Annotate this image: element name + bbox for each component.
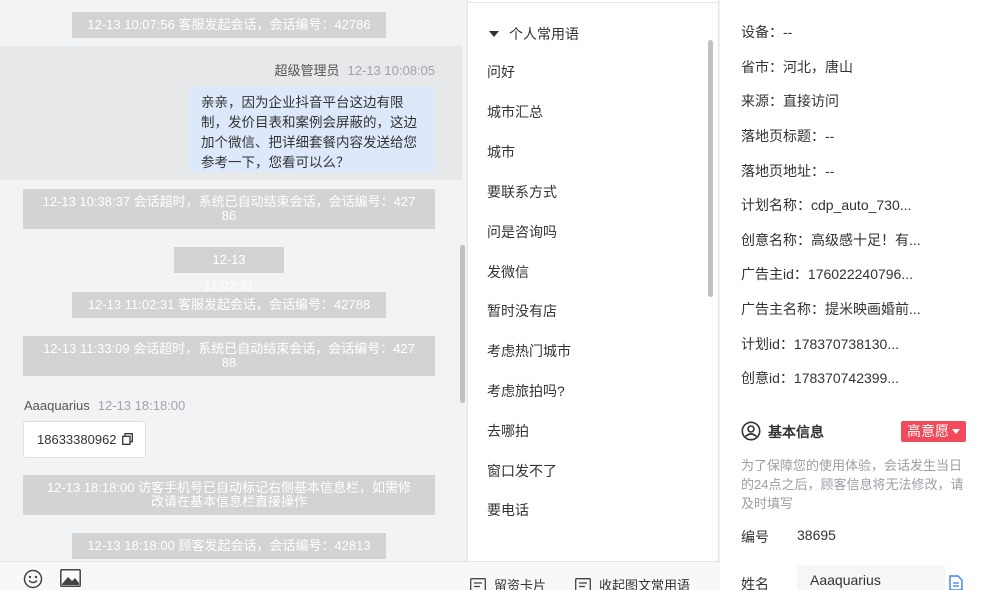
info-value: --: [783, 24, 793, 40]
info-value: 提米映画婚前...: [825, 301, 921, 317]
visitor-message-time: 12-13 18:18:00: [97, 398, 186, 413]
system-message-line: 12-13 11:33:09 会话超时，系统已自动结束会话，会话编号：427: [43, 341, 415, 356]
info-label: 来源：: [741, 93, 783, 109]
info-label: 落地页地址：: [741, 163, 825, 179]
phrase-item[interactable]: 问好: [487, 62, 515, 82]
basic-info-label: 基本信息: [768, 424, 824, 440]
info-label: 广告主id：: [741, 266, 808, 282]
message-icon: [575, 578, 591, 590]
system-message: 12-13 11:33:09 会话超时，系统已自动结束会话，会话编号：427 8…: [23, 336, 435, 376]
phrase-item[interactable]: 要联系方式: [487, 182, 557, 202]
phrase-item[interactable]: 去哪拍: [487, 421, 529, 441]
card-icon: [470, 578, 486, 590]
chat-scrollbar[interactable]: [460, 245, 465, 403]
visitor-name: Aaaquarius: [24, 398, 90, 413]
info-row-source: 来源：直接访问: [741, 91, 839, 111]
system-message-line: 改请在基本信息栏直接操作: [150, 494, 307, 509]
lead-card-button[interactable]: 留资卡片: [470, 575, 546, 590]
info-row-advertiser-id: 广告主id：176022240796...: [741, 264, 913, 284]
edit-deadline-note: 为了保障您的使用体验，会话发生当日的24点之后，顾客信息将无法修改，请及时填写: [741, 458, 964, 511]
number-value: 38695: [797, 527, 836, 543]
copy-icon[interactable]: [122, 433, 133, 445]
info-row-plan-id: 计划id：178370738130...: [741, 334, 899, 354]
info-row-device: 设备：--: [741, 22, 792, 42]
system-message: 12-13 11:02:31 客服发起会话，会话编号：42788: [72, 292, 386, 318]
agent-message-header: 超级管理员 12-13 10:08:05: [275, 60, 435, 79]
system-message: 12-13 10:07:56 客服发起会话，会话编号：42786: [72, 12, 386, 38]
phrase-item[interactable]: 考虑旅拍吗?: [487, 381, 565, 401]
visitor-phone: 18633380962: [37, 432, 117, 447]
info-label: 落地页标题：: [741, 128, 825, 144]
agent-message-time: 12-13 10:08:05: [347, 63, 435, 78]
quick-phrases-panel: 个人常用语 问好 城市汇总 城市 要联系方式 问是咨询吗 发微信 暂时没有店 考…: [467, 0, 719, 561]
phrase-item[interactable]: 城市汇总: [487, 102, 543, 122]
lead-card-label: 留资卡片: [494, 578, 547, 590]
basic-info-title: 基本信息: [741, 421, 824, 442]
system-message-line: 12-13 10:38:37 会话超时，系统已自动结束会话，会话编号：427: [42, 194, 416, 209]
info-value: 河北，唐山: [783, 59, 853, 75]
info-row-region: 省市：河北，唐山: [741, 57, 853, 77]
name-input[interactable]: [797, 565, 945, 590]
info-value: 直接访问: [783, 93, 839, 109]
time-divider: 12-13 11:02:31: [174, 247, 284, 293]
info-label: 省市：: [741, 59, 783, 75]
phrase-item[interactable]: 要电话: [487, 500, 529, 520]
info-value: cdp_auto_730...: [811, 197, 912, 213]
info-label: 计划名称：: [741, 197, 811, 213]
info-value: --: [825, 128, 835, 144]
intent-level-dropdown[interactable]: 高意愿: [901, 421, 966, 442]
smile-icon[interactable]: [23, 569, 43, 589]
phrases-group-header[interactable]: 个人常用语: [489, 24, 579, 44]
info-row-creative-id: 创意id：178370742399...: [741, 368, 899, 388]
info-value: 高级感十足！有...: [811, 232, 921, 248]
caret-down-icon: [489, 31, 499, 37]
name-label: 姓名: [741, 576, 769, 590]
info-label: 计划id：: [741, 336, 794, 352]
info-value: 178370742399...: [793, 370, 900, 386]
phrase-item[interactable]: 问是咨询吗: [487, 222, 557, 242]
info-label: 设备：: [741, 24, 783, 40]
info-row-landing-url: 落地页地址：--: [741, 161, 834, 181]
info-value: 176022240796...: [807, 266, 914, 282]
info-label: 创意id：: [741, 370, 794, 386]
info-value: 178370738130...: [793, 336, 900, 352]
intent-level-label: 高意愿: [907, 423, 949, 439]
chat-toolbar: 留资卡片 收起图文常用语: [0, 561, 720, 590]
collapse-phrases-button[interactable]: 收起图文常用语: [575, 575, 690, 590]
system-message: 12-13 18:18:00 顾客发起会话，会话编号：42813: [72, 533, 386, 559]
system-message-line: 88: [221, 355, 237, 370]
phrase-item[interactable]: 窗口发不了: [487, 461, 557, 481]
phrases-group-title: 个人常用语: [509, 26, 579, 42]
info-row-creative-name: 创意名称：高级感十足！有...: [741, 230, 921, 250]
user-circle-icon: [741, 421, 761, 441]
info-row-plan-name: 计划名称：cdp_auto_730...: [741, 195, 911, 215]
info-value: --: [825, 163, 835, 179]
image-icon[interactable]: [60, 569, 81, 587]
divider: [468, 2, 718, 3]
document-icon[interactable]: [949, 575, 963, 590]
phrase-item[interactable]: 暂时没有店: [487, 301, 557, 321]
number-label: 编号: [741, 529, 769, 545]
agent-name: 超级管理员: [274, 63, 340, 78]
info-row-advertiser-name: 广告主名称：提米映画婚前...: [741, 299, 921, 319]
visitor-message-bubble: 18633380962: [23, 421, 146, 458]
info-row-landing-title: 落地页标题：--: [741, 126, 834, 146]
phrase-item[interactable]: 考虑热门城市: [487, 341, 571, 361]
customer-info-panel: 设备：-- 省市：河北，唐山 来源：直接访问 落地页标题：-- 落地页地址：--…: [720, 0, 981, 590]
system-message: 12-13 18:18:00 访客手机号已自动标记右侧基本信息栏，如需修 改请在…: [23, 475, 435, 515]
phrase-item[interactable]: 发微信: [487, 262, 529, 282]
info-label: 创意名称：: [741, 232, 811, 248]
info-label: 广告主名称：: [741, 301, 825, 317]
chevron-down-icon: [952, 429, 960, 434]
phrases-scrollbar[interactable]: [708, 40, 713, 297]
agent-message-bubble: 亲亲，因为企业抖音平台这边有限制，发价目表和案例会屏蔽的，这边加个微信、把详细套…: [189, 86, 435, 172]
visitor-message-header: Aaaquarius 12-13 18:18:00: [24, 398, 185, 413]
phrase-item[interactable]: 城市: [487, 142, 515, 162]
chat-panel: 12-13 10:07:56 客服发起会话，会话编号：42786 超级管理员 12…: [0, 0, 467, 590]
system-message-line: 86: [221, 208, 237, 223]
system-message-line: 12-13 18:18:00 访客手机号已自动标记右侧基本信息栏，如需修: [46, 480, 412, 495]
collapse-phrases-label: 收起图文常用语: [599, 578, 691, 590]
system-message: 12-13 10:38:37 会话超时，系统已自动结束会话，会话编号：427 8…: [23, 189, 435, 229]
